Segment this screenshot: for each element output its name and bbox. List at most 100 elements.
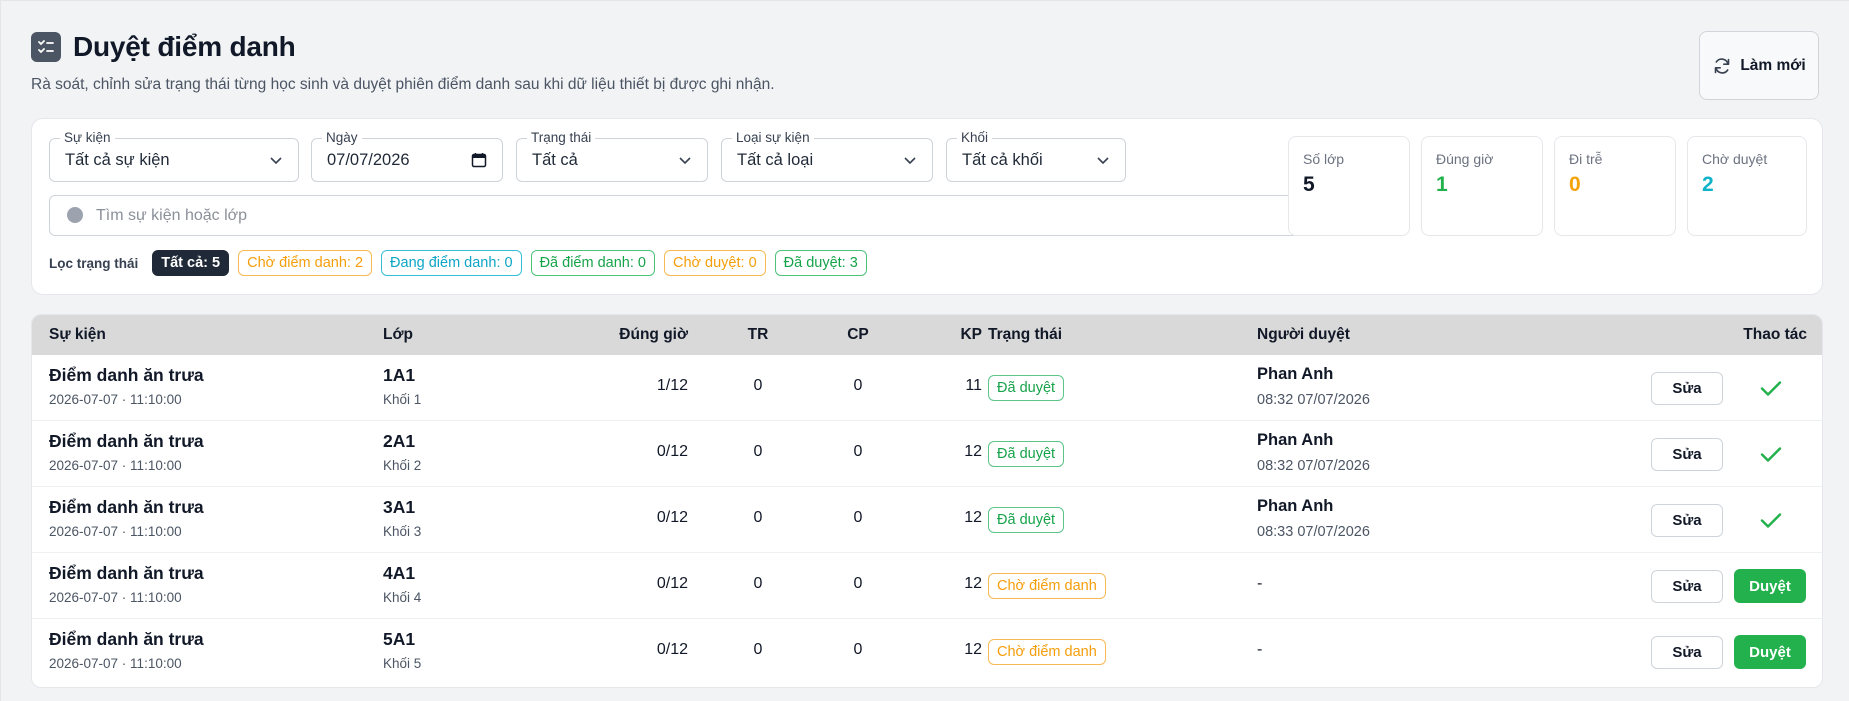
- stat-value: 1: [1436, 173, 1448, 196]
- chip-in-progress[interactable]: Đang điểm danh: 0: [381, 250, 522, 276]
- stat-label: Đi trễ: [1569, 151, 1603, 167]
- class-grade: Khối 3: [383, 524, 422, 539]
- th-status: Trạng thái: [988, 326, 1063, 343]
- class-grade: Khối 4: [383, 590, 422, 605]
- refresh-button[interactable]: Làm mới: [1699, 31, 1819, 100]
- kp-count: 12: [964, 575, 982, 592]
- event-time: 2026-07-07 · 11:10:00: [49, 458, 182, 473]
- th-actions: Thao tác: [1743, 326, 1807, 343]
- edit-button[interactable]: Sửa: [1651, 372, 1723, 405]
- event-time: 2026-07-07 · 11:10:00: [49, 524, 182, 539]
- event-select[interactable]: Tất cả sự kiện Sự kiện: [49, 130, 299, 182]
- refresh-icon: [1715, 57, 1730, 74]
- class-grade: Khối 1: [383, 392, 422, 407]
- grade-select-value: Tất cả khối: [962, 150, 1043, 169]
- approver-name: Phan Anh: [1257, 431, 1334, 449]
- cp-count: 0: [853, 641, 863, 658]
- filter-card: Tất cả sự kiện Sự kiện 07/07/2026 Ngày T…: [31, 118, 1823, 295]
- chevron-down-icon: [679, 157, 691, 165]
- chip-pending-approval[interactable]: Chờ duyệt: 0: [663, 250, 766, 276]
- approver-name: Phan Anh: [1257, 497, 1334, 515]
- event-name: Điểm danh ăn trưa: [49, 365, 204, 385]
- chip-waiting-attendance[interactable]: Chờ điểm danh: 2: [238, 250, 373, 276]
- page-subtitle: Rà soát, chỉnh sửa trạng thái từng học s…: [31, 76, 775, 93]
- event-select-label: Sự kiện: [60, 130, 115, 146]
- status-filter-label: Lọc trạng thái: [49, 255, 139, 271]
- table-row: Điểm danh ăn trưa 2026-07-07 · 11:10:00 …: [32, 487, 1822, 553]
- class-name: 3A1: [383, 497, 416, 517]
- tr-count: 0: [753, 575, 763, 592]
- th-cp: CP: [847, 326, 869, 343]
- search-box[interactable]: [49, 195, 1300, 236]
- tr-count: 0: [753, 509, 763, 526]
- class-name: 5A1: [383, 629, 416, 649]
- event-name: Điểm danh ăn trưa: [49, 629, 204, 649]
- stat-label: Chờ duyệt: [1702, 151, 1768, 167]
- chip-all[interactable]: Tất cả: 5: [152, 250, 230, 276]
- edit-button[interactable]: Sửa: [1651, 504, 1723, 537]
- approved-time: 08:33 07/07/2026: [1257, 524, 1370, 540]
- checklist-icon: [31, 32, 61, 62]
- class-name: 2A1: [383, 431, 416, 451]
- grade-select[interactable]: Tất cả khối Khối: [946, 130, 1126, 182]
- title-row: Duyệt điểm danh: [31, 31, 1819, 63]
- kp-count: 11: [965, 377, 982, 394]
- tr-count: 0: [753, 443, 763, 460]
- table-row: Điểm danh ăn trưa 2026-07-07 · 11:10:00 …: [32, 421, 1822, 487]
- approver-name: -: [1257, 575, 1263, 592]
- approver-name: Phan Anh: [1257, 365, 1334, 383]
- event-name: Điểm danh ăn trưa: [49, 563, 204, 583]
- class-grade: Khối 5: [383, 656, 422, 671]
- event-type-select[interactable]: Tất cả loại Loại sự kiện: [721, 130, 933, 182]
- stat-class-count: Số lớp 5: [1288, 136, 1410, 236]
- th-on-time: Đúng giờ: [619, 326, 688, 343]
- table-row: Điểm danh ăn trưa 2026-07-07 · 11:10:00 …: [32, 355, 1822, 421]
- th-tr: TR: [747, 326, 769, 343]
- approve-button[interactable]: Duyệt: [1734, 635, 1806, 669]
- stat-value: 0: [1569, 173, 1581, 196]
- on-time-count: 1/12: [656, 377, 688, 394]
- approve-button[interactable]: Duyệt: [1734, 569, 1806, 603]
- table-header: Sự kiện Lớp Đúng giờ TR CP KP Trạng thái…: [32, 315, 1822, 355]
- cp-count: 0: [853, 377, 863, 394]
- tr-count: 0: [753, 377, 763, 394]
- event-time: 2026-07-07 · 11:10:00: [49, 590, 182, 605]
- table-row: Điểm danh ăn trưa 2026-07-07 · 11:10:00 …: [32, 553, 1822, 619]
- chevron-down-icon: [904, 157, 916, 165]
- chip-attended[interactable]: Đã điểm danh: 0: [530, 250, 655, 276]
- date-input-value: 07/07/2026: [327, 150, 410, 169]
- event-name: Điểm danh ăn trưa: [49, 431, 204, 451]
- on-time-count: 0/12: [656, 509, 688, 526]
- cp-count: 0: [853, 443, 863, 460]
- stat-late: Đi trễ 0: [1554, 136, 1676, 236]
- check-icon: [1760, 381, 1782, 396]
- th-class: Lớp: [383, 326, 413, 343]
- status-select-value: Tất cả: [532, 150, 578, 169]
- cp-count: 0: [853, 509, 863, 526]
- status-badge: Đã duyệt: [988, 507, 1065, 533]
- status-badge: Chờ điểm danh: [988, 573, 1106, 599]
- page-title: Duyệt điểm danh: [73, 31, 296, 62]
- edit-button[interactable]: Sửa: [1651, 636, 1723, 669]
- event-select-value: Tất cả sự kiện: [65, 150, 170, 169]
- page: Duyệt điểm danh Rà soát, chỉnh sửa trạng…: [0, 0, 1849, 701]
- stat-on-time: Đúng giờ 1: [1421, 136, 1543, 236]
- event-type-select-label: Loại sự kiện: [732, 130, 814, 146]
- edit-button[interactable]: Sửa: [1651, 438, 1723, 471]
- approved-time: 08:32 07/07/2026: [1257, 392, 1370, 408]
- status-badge: Đã duyệt: [988, 441, 1065, 467]
- tr-count: 0: [753, 641, 763, 658]
- chip-approved[interactable]: Đã duyệt: 3: [774, 250, 867, 276]
- status-select-label: Trạng thái: [527, 130, 596, 146]
- status-select[interactable]: Tất cả Trạng thái: [516, 130, 708, 182]
- date-input-label: Ngày: [322, 130, 362, 146]
- edit-button[interactable]: Sửa: [1651, 570, 1723, 603]
- event-time: 2026-07-07 · 11:10:00: [49, 392, 182, 407]
- class-grade: Khối 2: [383, 458, 422, 473]
- calendar-icon[interactable]: [471, 152, 487, 168]
- approved-time: 08:32 07/07/2026: [1257, 458, 1370, 474]
- grade-select-label: Khối: [957, 130, 993, 146]
- search-icon: [67, 206, 83, 223]
- search-input[interactable]: [96, 206, 1283, 225]
- date-input[interactable]: 07/07/2026 Ngày: [311, 130, 503, 182]
